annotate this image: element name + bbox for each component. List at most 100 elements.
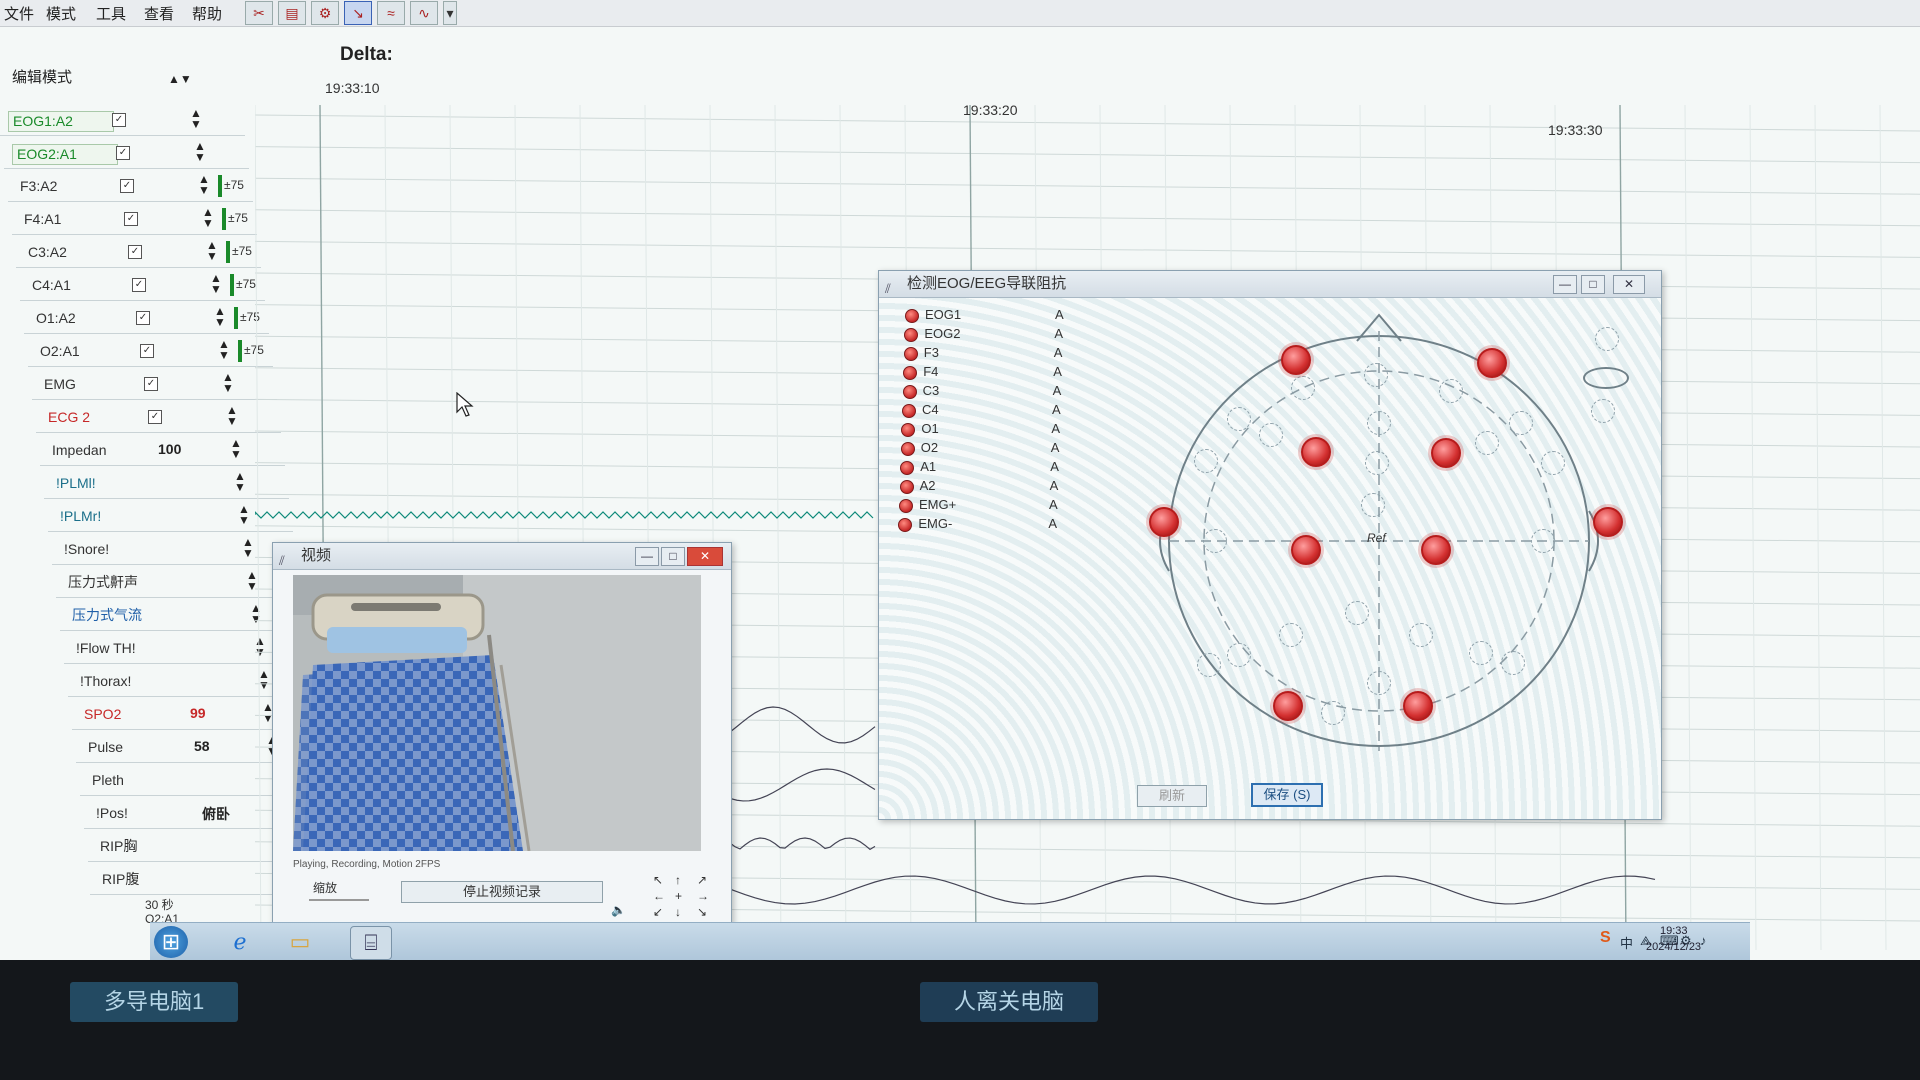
video-feed (293, 575, 701, 851)
pan-arrow-icon[interactable]: ↑ (675, 873, 681, 887)
video-maximize-button[interactable]: □ (661, 547, 685, 566)
video-close-button[interactable]: ✕ (687, 547, 723, 566)
electrode-c3[interactable] (1291, 535, 1321, 565)
channel-scale-arrows-icon[interactable]: ▲▼ (202, 206, 214, 229)
input-method-icon[interactable]: S (1600, 929, 1611, 947)
grid-line-vertical (1749, 105, 1757, 950)
tray-language-icon[interactable]: 中 (1620, 933, 1633, 952)
video-window[interactable]: ⫽ 视频 — □ ✕ Playing, Recording, Motion 2F… (272, 542, 732, 924)
pan-arrow-icon[interactable]: ↙ (653, 905, 663, 919)
channel-row[interactable]: C3:A2 ✓ ▲ ▼ ±75 (16, 237, 261, 268)
channel-visible-checkbox[interactable]: ✓ (112, 113, 126, 127)
electrode-eog1[interactable] (1281, 345, 1311, 375)
channel-visible-checkbox[interactable]: ✓ (148, 410, 162, 424)
menu-tools[interactable]: 工具 (96, 3, 126, 24)
channel-name: SPO2 (84, 706, 122, 722)
pan-arrow-icon[interactable]: ↗ (697, 873, 707, 887)
lead-name: O2 (920, 440, 939, 455)
channel-scale-arrows-icon[interactable]: ▲▼ (218, 338, 230, 361)
channel-visible-checkbox[interactable]: ✓ (124, 212, 138, 226)
electrode-a1[interactable] (1149, 507, 1179, 537)
channel-visible-checkbox[interactable]: ✓ (136, 311, 150, 325)
channel-row[interactable]: EMG ✓ ▲ ▼ (32, 369, 277, 400)
impedance-maximize-button[interactable]: □ (1581, 275, 1605, 294)
channel-row[interactable]: F4:A1 ✓ ▲ ▼ ±75 (12, 204, 257, 235)
psg-app-icon[interactable]: ⌸ (350, 926, 392, 960)
channel-visible-checkbox[interactable]: ✓ (132, 278, 146, 292)
refresh-button[interactable]: 刷新 (1137, 785, 1207, 807)
wave-icon[interactable]: ≈ (377, 1, 405, 25)
impedance-close-button[interactable]: ✕ (1613, 275, 1645, 294)
video-status-text: Playing, Recording, Motion 2FPS (293, 859, 441, 870)
channel-row[interactable]: !PLMl! ▲ ▼ (44, 468, 289, 499)
electrode-o1[interactable] (1273, 691, 1303, 721)
folder-icon[interactable]: ▭ (280, 926, 320, 958)
channel-scale-arrows-icon[interactable]: ▲▼ (206, 239, 218, 262)
channel-color-marker (226, 241, 230, 263)
save-button[interactable]: 保存 (S) (1251, 783, 1323, 807)
channel-name: F3:A2 (20, 178, 58, 194)
channel-row[interactable]: EOG1:A2 ✓ ▲ ▼ (0, 105, 245, 136)
channel-scale-arrows-icon[interactable]: ▲▼ (226, 404, 238, 427)
electrode-f3[interactable] (1301, 437, 1331, 467)
menu-help[interactable]: 帮助 (192, 3, 222, 24)
electrode-o2[interactable] (1403, 691, 1433, 721)
toolbar-dropdown-icon[interactable]: ▾ (443, 1, 457, 25)
channel-visible-checkbox[interactable]: ✓ (120, 179, 134, 193)
report-icon[interactable]: ▤ (278, 1, 306, 25)
electrode-empty (1321, 701, 1345, 725)
video-minimize-button[interactable]: — (635, 547, 659, 566)
channel-scale-arrows-icon[interactable]: ▲▼ (222, 371, 234, 394)
channel-scale-arrows-icon[interactable]: ▲▼ (242, 536, 254, 559)
menu-file[interactable]: 文件 (4, 3, 34, 24)
channel-row[interactable]: F3:A2 ✓ ▲ ▼ ±75 (8, 171, 253, 202)
lead-status-icon (898, 518, 913, 532)
start-button[interactable]: ⊞ (154, 926, 188, 958)
trend-icon[interactable]: ∿ (410, 1, 438, 25)
channel-scale-arrows-icon[interactable]: ▲▼ (190, 107, 202, 130)
channel-scale-arrows-icon[interactable]: ▲▼ (210, 272, 222, 295)
channel-row[interactable]: ECG 2 ✓ ▲ ▼ (36, 402, 281, 433)
impedance-minimize-button[interactable]: — (1553, 275, 1577, 294)
channel-row[interactable]: O1:A2 ✓ ▲ ▼ ±75 (24, 303, 269, 334)
channel-visible-checkbox[interactable]: ✓ (144, 377, 158, 391)
pan-arrow-icon[interactable]: ↘ (697, 905, 707, 919)
channel-scale-label: ±75 (224, 178, 244, 192)
pan-arrow-icon[interactable]: + (675, 889, 682, 903)
channel-name: EMG (44, 376, 76, 392)
electrode-f4[interactable] (1431, 438, 1461, 468)
tools-icon[interactable]: ⚙ (311, 1, 339, 25)
channel-row[interactable]: C4:A1 ✓ ▲ ▼ ±75 (20, 270, 265, 301)
menu-view[interactable]: 查看 (144, 3, 174, 24)
pan-arrow-icon[interactable]: → (697, 889, 709, 903)
channel-scale-arrows-icon[interactable]: ▲▼ (194, 140, 206, 163)
electrode-eog2[interactable] (1477, 348, 1507, 378)
channel-row[interactable]: EOG2:A1 ✓ ▲ ▼ (4, 138, 249, 169)
montage-icon[interactable]: ✂ (245, 1, 273, 25)
speaker-icon[interactable]: 🔈 (611, 903, 626, 917)
menu-mode[interactable]: 模式 (46, 3, 76, 24)
channel-visible-checkbox[interactable]: ✓ (128, 245, 142, 259)
marker-icon[interactable]: ↘ (344, 1, 372, 25)
channel-row[interactable]: Impedan 100 ▲ ▼ (40, 435, 285, 466)
pan-arrow-icon[interactable]: ↖ (653, 873, 663, 887)
edit-mode-arrows-icon[interactable]: ▲▼ (168, 72, 192, 86)
channel-visible-checkbox[interactable]: ✓ (140, 344, 154, 358)
channel-scale-arrows-icon[interactable]: ▲▼ (230, 437, 242, 460)
stop-video-recording-button[interactable]: 停止视频记录 (401, 881, 603, 903)
impedance-window[interactable]: ⫽ 检测EOG/EEG导联阻抗 — □ ✕ EOG1 A EOG2 A F3 A F4 A C3… (878, 270, 1662, 820)
channel-row[interactable]: O2:A1 ✓ ▲ ▼ ±75 (28, 336, 273, 367)
video-frame-image (293, 575, 701, 851)
channel-scale-arrows-icon[interactable]: ▲▼ (214, 305, 226, 328)
channel-scale-arrows-icon[interactable]: ▲▼ (238, 503, 250, 526)
impedance-window-titlebar[interactable]: ⫽ 检测EOG/EEG导联阻抗 (879, 271, 1661, 298)
electrode-c4[interactable] (1421, 535, 1451, 565)
channel-scale-arrows-icon[interactable]: ▲▼ (234, 470, 246, 493)
channel-visible-checkbox[interactable]: ✓ (116, 146, 130, 160)
channel-scale-arrows-icon[interactable]: ▲▼ (198, 173, 210, 196)
electrode-a2[interactable] (1593, 507, 1623, 537)
ie-browser-icon[interactable]: ℯ (220, 926, 260, 958)
pan-arrow-icon[interactable]: ← (653, 889, 665, 903)
pan-arrow-icon[interactable]: ↓ (675, 905, 681, 919)
video-zoom-slider[interactable] (309, 899, 369, 901)
